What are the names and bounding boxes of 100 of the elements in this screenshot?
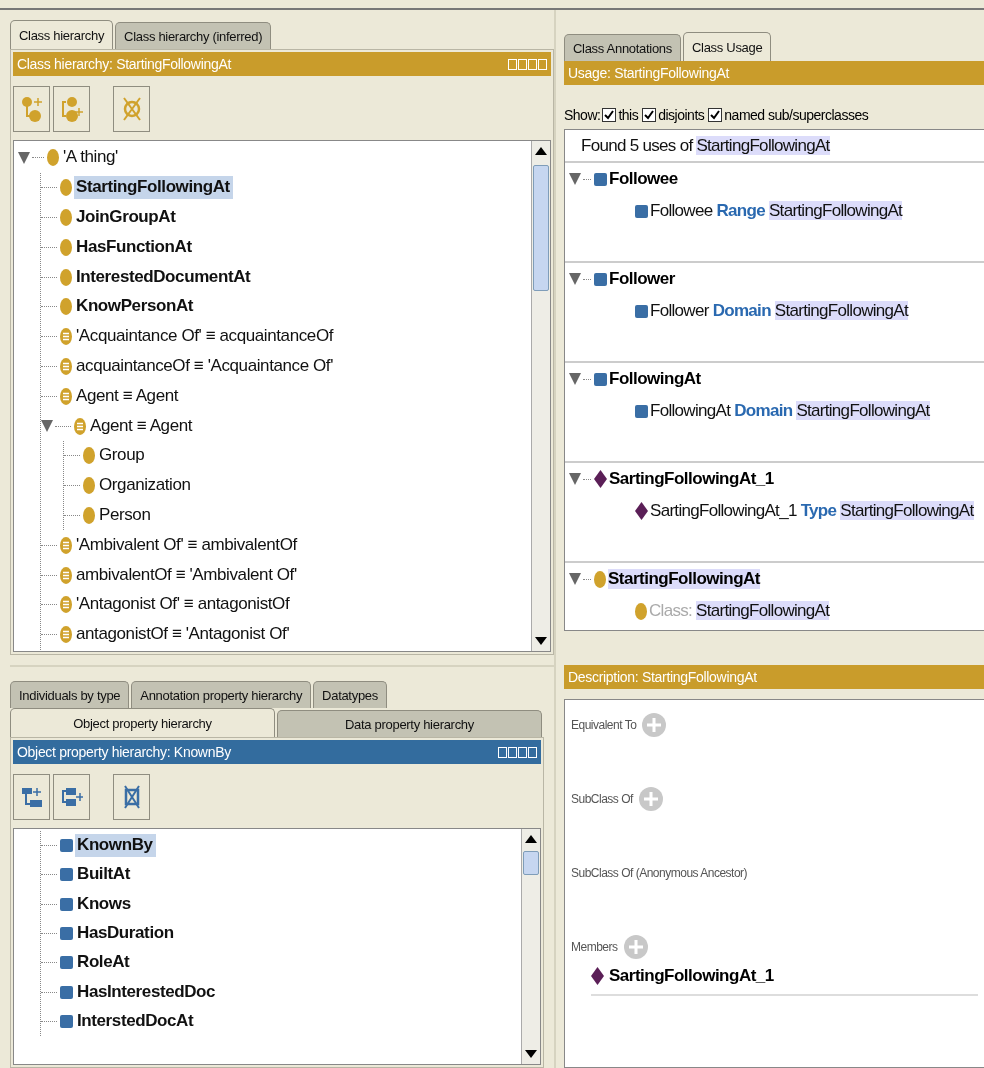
add-sibling-button[interactable]	[53, 86, 90, 132]
striped-circle-icon	[60, 596, 72, 614]
square-icon	[635, 404, 648, 418]
add-sibling-button[interactable]	[53, 774, 90, 820]
square-icon	[60, 868, 73, 882]
tree-item[interactable]: Agent ≡ Agent	[88, 414, 196, 438]
tab[interactable]: Annotation property hierarchy	[131, 681, 312, 708]
usage-group[interactable]: StartingFollowingAt	[608, 569, 760, 589]
tab[interactable]: Individuals by type	[10, 681, 130, 708]
usage-entry: Followee Range StartingFollowingAt	[650, 201, 903, 221]
diamond-icon	[594, 470, 607, 488]
tab[interactable]: Object property hierarchy	[10, 708, 275, 737]
striped-circle-icon	[60, 357, 72, 375]
scrollbar-thumb[interactable]	[523, 851, 539, 875]
tab[interactable]: Data property hierarchy	[277, 710, 542, 737]
tree-item[interactable]: Organization	[97, 474, 194, 498]
square-icon	[60, 839, 73, 853]
tree-item[interactable]: Person	[97, 503, 154, 527]
add-child-button[interactable]	[13, 774, 50, 820]
plus-icon	[628, 940, 643, 954]
expand-toggle[interactable]	[569, 573, 581, 585]
tab[interactable]: Datatypes	[313, 681, 387, 708]
tree-item[interactable]: ambivalentOf ≡ 'Ambivalent Of'	[74, 563, 300, 587]
delete-button[interactable]	[113, 774, 150, 820]
tree-item[interactable]: 'Antagonist Of' ≡ antagonistOf	[74, 593, 293, 617]
scrollbar[interactable]	[531, 141, 550, 651]
tree-item[interactable]: acquaintanceOf ≡ 'Acquaintance Of'	[74, 354, 337, 378]
expand-toggle[interactable]	[41, 420, 53, 433]
scrollbar[interactable]	[521, 829, 540, 1064]
scroll-down-icon[interactable]	[525, 1050, 537, 1058]
expand-toggle[interactable]	[569, 173, 581, 185]
section-label: Equivalent To	[571, 718, 637, 732]
tree-item[interactable]: 'A thing'	[61, 146, 121, 170]
square-icon	[594, 172, 607, 186]
delete-button[interactable]	[113, 86, 150, 132]
striped-circle-icon	[60, 566, 72, 584]
tree-item[interactable]: antagonistOf ≡ 'Antagonist Of'	[74, 623, 293, 647]
tree-item[interactable]: 'Ambivalent Of' ≡ ambivalentOf	[74, 533, 300, 557]
tree-item[interactable]: 'Acquaintance Of' ≡ acquaintanceOf	[74, 325, 337, 349]
tab[interactable]: Class Usage	[682, 32, 772, 61]
checkbox[interactable]	[708, 108, 723, 122]
section-label: SubClass Of	[571, 792, 633, 806]
scroll-down-icon[interactable]	[535, 637, 547, 645]
tree-item[interactable]: KnowPersonAt	[74, 295, 197, 319]
square-icon	[635, 204, 648, 218]
diamond-icon	[635, 502, 648, 520]
tree-item[interactable]: Knows	[75, 892, 134, 916]
expand-toggle[interactable]	[18, 151, 30, 164]
striped-circle-icon	[60, 387, 72, 405]
expand-toggle[interactable]	[569, 473, 581, 485]
expand-toggle[interactable]	[569, 373, 581, 385]
plus-icon	[647, 718, 662, 732]
tree-item[interactable]: KnownBy	[75, 834, 156, 858]
circles-plus-icon	[60, 94, 83, 124]
circle-icon	[60, 238, 72, 256]
square-icon	[60, 927, 73, 941]
plus-icon	[643, 792, 658, 806]
panel-title: Class hierarchy: StartingFollowingAt	[17, 56, 232, 72]
tab[interactable]: Class Annotations	[564, 34, 681, 61]
tree-item[interactable]: HasFunctionAt	[74, 235, 195, 259]
tree-item[interactable]: HasInterestedDoc	[75, 980, 219, 1004]
diamond-icon	[591, 967, 604, 985]
tree-item[interactable]: BuiltAt	[75, 863, 133, 887]
tree-item[interactable]: JoinGroupAt	[74, 206, 179, 229]
tree-item[interactable]: InterestedDocumentAt	[74, 265, 254, 289]
tree-item[interactable]: InterstedDocAt	[75, 1009, 197, 1033]
usage-group[interactable]: FollowingAt	[609, 369, 701, 389]
circle-icon	[83, 477, 95, 495]
member-item[interactable]: SartingFollowingAt_1	[609, 966, 774, 986]
tab[interactable]: Class hierarchy	[10, 20, 114, 49]
section-label: Members	[571, 940, 618, 954]
tree-item[interactable]: RoleAt	[75, 951, 133, 975]
scroll-up-icon[interactable]	[535, 147, 547, 155]
expand-toggle[interactable]	[569, 273, 581, 285]
checkbox[interactable]	[602, 108, 617, 122]
usage-group[interactable]: SartingFollowingAt_1	[609, 469, 774, 489]
scroll-up-icon[interactable]	[525, 835, 537, 843]
circle-icon	[635, 602, 647, 620]
usage-entry: SartingFollowingAt_1 Type StartingFollowingAt	[650, 501, 974, 521]
circle-icon	[60, 209, 72, 226]
tree-item[interactable]: HasDuration	[75, 922, 177, 946]
tab[interactable]: Class hierarchy (inferred)	[115, 22, 272, 49]
tree-item[interactable]: StartingFollowingAt	[74, 176, 233, 200]
add-child-button[interactable]	[13, 86, 50, 132]
tree-item[interactable]: Group	[97, 444, 148, 468]
square-icon	[594, 372, 607, 386]
usage-entry: Class: StartingFollowingAt	[649, 601, 830, 621]
striped-circle-icon	[74, 417, 86, 435]
tree-item[interactable]: Agent ≡ Agent	[74, 384, 182, 408]
circle-icon	[83, 506, 95, 524]
checkbox[interactable]	[642, 108, 657, 122]
circles-plus-icon	[20, 94, 43, 124]
square-icon	[60, 956, 73, 970]
square-icon	[60, 1014, 73, 1028]
checkbox-label: named sub/superclasses	[724, 107, 869, 123]
usage-group[interactable]: Followee	[609, 169, 678, 189]
usage-group[interactable]: Follower	[609, 269, 675, 289]
scrollbar-thumb[interactable]	[533, 165, 549, 291]
usage-entry: Follower Domain StartingFollowingAt	[650, 301, 908, 321]
panel-title: Description: StartingFollowingAt	[568, 669, 757, 685]
